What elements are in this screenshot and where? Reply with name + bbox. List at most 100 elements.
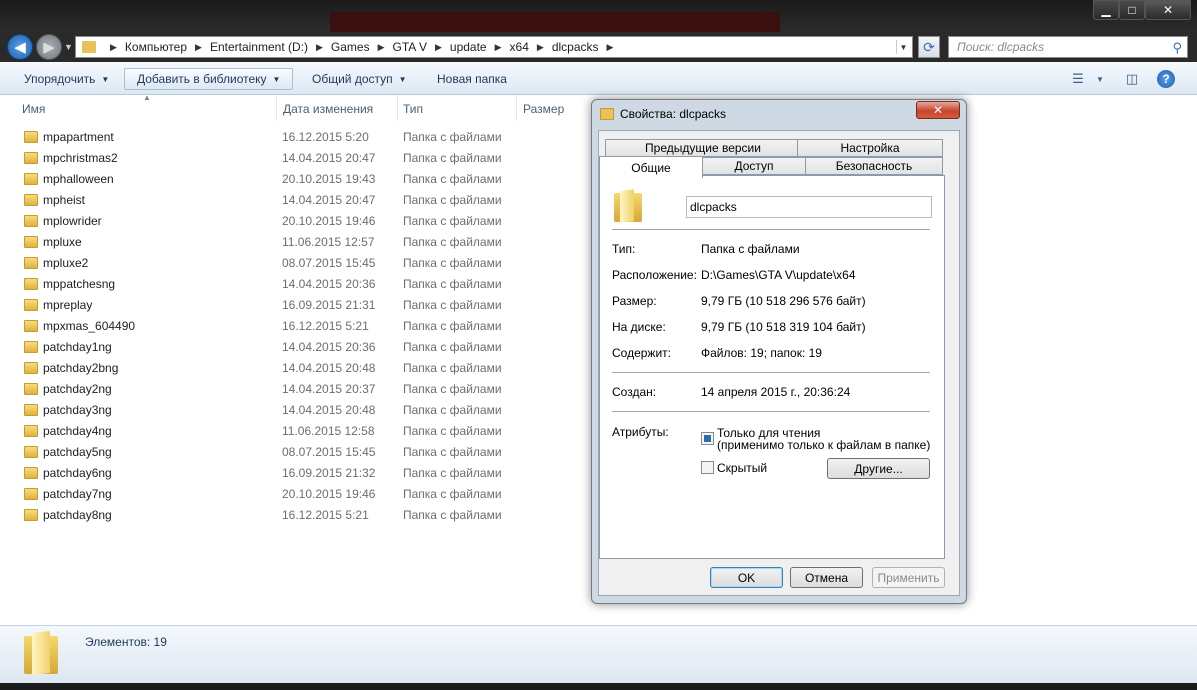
- chevron-right-icon[interactable]: ▶: [378, 42, 385, 53]
- apply-button[interactable]: Применить: [872, 567, 945, 588]
- chevron-right-icon[interactable]: ▶: [537, 42, 544, 53]
- column-type[interactable]: Тип: [403, 102, 423, 116]
- file-name: patchday2ng: [43, 382, 112, 396]
- dialog-close-button[interactable]: ✕: [916, 101, 960, 119]
- list-item[interactable]: mpapartment 16.12.2015 5:20 Папка с файлам…: [0, 127, 590, 148]
- column-divider[interactable]: [516, 95, 517, 121]
- advanced-button[interactable]: Другие...: [827, 458, 930, 479]
- cancel-button[interactable]: Отмена: [790, 567, 863, 588]
- general-tab-page: dlcpacks Тип: Папка с файлами Расположен…: [599, 175, 945, 559]
- maximize-button[interactable]: □: [1119, 0, 1145, 20]
- list-item[interactable]: mpluxe 11.06.2015 12:57 Папка с файлами: [0, 232, 590, 253]
- location-label: Расположение:: [612, 268, 697, 282]
- column-divider[interactable]: [397, 95, 398, 121]
- address-dropdown-icon[interactable]: ▼: [896, 40, 910, 54]
- list-item[interactable]: patchday1ng 14.04.2015 20:36 Папка с файла…: [0, 337, 590, 358]
- breadcrumb-item[interactable]: Entertainment (D:): [210, 40, 308, 54]
- list-item[interactable]: patchday6ng 16.09.2015 21:32 Папка с файла…: [0, 463, 590, 484]
- list-item[interactable]: patchday2bng 14.04.2015 20:48 Папка с файл…: [0, 358, 590, 379]
- list-item[interactable]: mpheist 14.04.2015 20:47 Папка с файлами: [0, 190, 590, 211]
- list-item[interactable]: mplowrider 20.10.2015 19:46 Папка с файлам…: [0, 211, 590, 232]
- details-pane: Элементов: 19: [0, 625, 1197, 683]
- tab-customize[interactable]: Настройка: [797, 139, 943, 157]
- breadcrumb-item[interactable]: dlcpacks: [552, 40, 599, 54]
- list-item[interactable]: mpchristmas2 14.04.2015 20:47 Папка с файл…: [0, 148, 590, 169]
- share-button[interactable]: Общий доступ ▼: [300, 68, 419, 90]
- list-item[interactable]: patchday2ng 14.04.2015 20:37 Папка с файла…: [0, 379, 590, 400]
- address-bar[interactable]: ▶ Компьютер ▶ Entertainment (D:) ▶ Games…: [75, 36, 913, 58]
- forward-arrow-icon: ▶: [43, 39, 55, 56]
- file-date: 14.04.2015 20:48: [282, 361, 376, 375]
- created-value: 14 апреля 2015 г., 20:36:24: [701, 385, 851, 399]
- chevron-right-icon[interactable]: ▶: [495, 42, 502, 53]
- file-name: patchday3ng: [43, 403, 112, 417]
- new-folder-button[interactable]: Новая папка: [425, 68, 519, 90]
- search-icon[interactable]: ⚲: [1172, 40, 1182, 56]
- column-date[interactable]: Дата изменения: [283, 102, 373, 116]
- file-name: mpchristmas2: [43, 151, 118, 165]
- tab-general[interactable]: Общие: [599, 156, 703, 178]
- size-value: 9,79 ГБ (10 518 296 576 байт): [701, 294, 866, 308]
- close-button[interactable]: ✕: [1145, 0, 1191, 20]
- list-item[interactable]: patchday4ng 11.06.2015 12:58 Папка с файла…: [0, 421, 590, 442]
- hidden-checkbox[interactable]: [701, 461, 714, 474]
- readonly-checkbox[interactable]: [701, 432, 714, 445]
- search-input[interactable]: Поиск: dlcpacks ⚲: [948, 36, 1188, 58]
- chevron-right-icon[interactable]: ▶: [316, 42, 323, 53]
- file-type: Папка с файлами: [403, 256, 502, 270]
- help-icon[interactable]: ?: [1157, 70, 1175, 88]
- file-date: 14.04.2015 20:48: [282, 403, 376, 417]
- list-item[interactable]: mpxmas_604490 16.12.2015 5:21 Папка с файл…: [0, 316, 590, 337]
- list-item[interactable]: mphalloween 20.10.2015 19:43 Папка с файла…: [0, 169, 590, 190]
- ok-button[interactable]: OK: [710, 567, 783, 588]
- list-item[interactable]: patchday3ng 14.04.2015 20:48 Папка с файла…: [0, 400, 590, 421]
- column-name[interactable]: Имя: [22, 102, 45, 116]
- tab-security[interactable]: Безопасность: [805, 157, 943, 175]
- organize-button[interactable]: Упорядочить ▼: [12, 68, 121, 90]
- folder-icon: [24, 320, 38, 332]
- file-name: mpapartment: [43, 130, 114, 144]
- tab-sharing[interactable]: Доступ: [702, 157, 806, 175]
- refresh-button[interactable]: ⟳: [918, 36, 940, 58]
- folder-icon: [24, 467, 38, 479]
- column-size[interactable]: Размер: [523, 102, 564, 116]
- folder-icon: [24, 446, 38, 458]
- hidden-label: Скрытый: [717, 461, 768, 475]
- folder-name-field[interactable]: dlcpacks: [686, 196, 932, 218]
- folder-icon: [24, 425, 38, 437]
- dialog-title: Свойства: dlcpacks: [620, 107, 727, 121]
- breadcrumb-item[interactable]: update: [450, 40, 487, 54]
- preview-pane-icon[interactable]: ◫: [1121, 70, 1143, 88]
- list-item[interactable]: mpluxe2 08.07.2015 15:45 Папка с файлами: [0, 253, 590, 274]
- tab-previous-versions[interactable]: Предыдущие версии: [605, 139, 801, 157]
- folder-icon: [24, 299, 38, 311]
- breadcrumb-item[interactable]: x64: [510, 40, 529, 54]
- add-to-library-button[interactable]: Добавить в библиотеку ▼: [124, 68, 294, 90]
- file-type: Папка с файлами: [403, 424, 502, 438]
- view-options-icon[interactable]: ☰: [1067, 70, 1089, 88]
- file-name: mpxmas_604490: [43, 319, 136, 333]
- view-dropdown-icon[interactable]: ▼: [1089, 70, 1111, 88]
- breadcrumb-item[interactable]: Компьютер: [125, 40, 187, 54]
- item-count: Элементов: 19: [85, 635, 167, 649]
- recent-pages-dropdown[interactable]: ▼: [64, 42, 73, 52]
- refresh-icon: ⟳: [923, 38, 935, 55]
- list-item[interactable]: patchday5ng 08.07.2015 15:45 Папка с файла…: [0, 442, 590, 463]
- minimize-button[interactable]: ▁: [1093, 0, 1119, 20]
- forward-button[interactable]: ▶: [36, 34, 62, 60]
- list-item[interactable]: mppatchesng 14.04.2015 20:36 Папка с файла…: [0, 274, 590, 295]
- chevron-right-icon[interactable]: ▶: [435, 42, 442, 53]
- chevron-right-icon[interactable]: ▶: [195, 42, 202, 53]
- column-divider[interactable]: [276, 95, 277, 121]
- breadcrumb-item[interactable]: Games: [331, 40, 370, 54]
- list-item[interactable]: patchday7ng 20.10.2015 19:46 Папка с файла…: [0, 484, 590, 505]
- breadcrumb-item[interactable]: GTA V: [393, 40, 427, 54]
- list-item[interactable]: mpreplay 16.09.2015 21:31 Папка с файлами: [0, 295, 590, 316]
- chevron-right-icon[interactable]: ▶: [110, 42, 117, 53]
- back-button[interactable]: ◀: [7, 34, 33, 60]
- list-item[interactable]: patchday8ng 16.12.2015 5:21 Папка с файлам…: [0, 505, 590, 526]
- file-name: mpluxe: [43, 235, 82, 249]
- chevron-right-icon[interactable]: ▶: [607, 42, 614, 53]
- folder-icon: [24, 173, 38, 185]
- dialog-titlebar[interactable]: Свойства: dlcpacks ✕: [592, 100, 966, 128]
